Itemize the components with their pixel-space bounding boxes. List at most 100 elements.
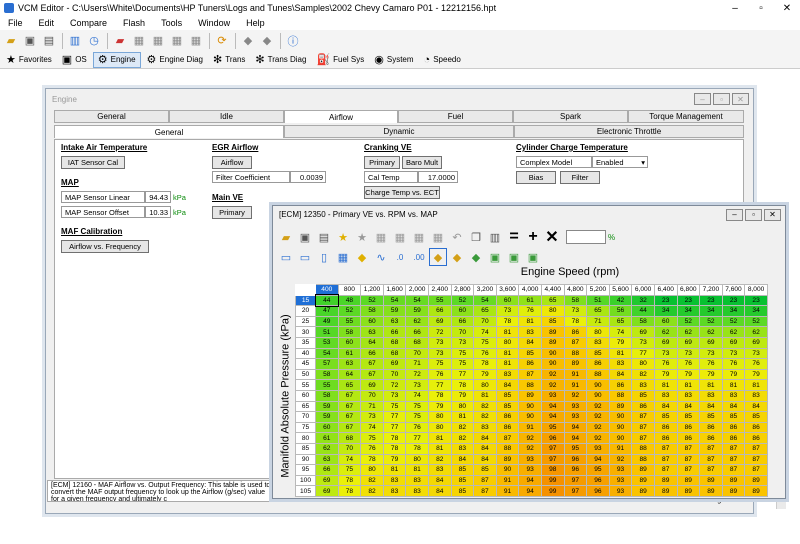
ve-cell[interactable]: 80 — [427, 411, 452, 423]
ve-cell[interactable]: 82 — [450, 432, 475, 444]
ve-cell[interactable]: 58 — [631, 315, 655, 328]
ve-cell[interactable]: 87 — [473, 474, 497, 487]
ve-cell[interactable]: 83 — [586, 336, 610, 349]
ve-cell[interactable]: 73 — [563, 305, 588, 317]
ve-cell[interactable]: 87 — [495, 432, 520, 444]
ve-cell[interactable]: 80 — [473, 379, 497, 391]
ve-cell[interactable]: 95 — [563, 442, 588, 455]
ve-cell[interactable]: 34 — [653, 305, 678, 317]
column-header[interactable]: 6,400 — [653, 284, 678, 296]
column-header[interactable]: 7,200 — [699, 284, 723, 296]
ve-cell[interactable]: 81 — [450, 411, 475, 423]
ve-cell[interactable]: 60 — [495, 294, 520, 307]
ve-cell[interactable]: 85 — [540, 315, 565, 328]
ve-cell[interactable]: 78 — [405, 442, 429, 455]
ve-cell[interactable]: 84 — [721, 400, 746, 413]
ve-cell[interactable]: 84 — [473, 432, 497, 444]
ve-cell[interactable]: 73 — [405, 379, 429, 391]
row-header[interactable]: 80 — [295, 432, 316, 444]
save-icon[interactable]: ▣ — [296, 228, 314, 246]
ve-cell[interactable]: 86 — [676, 432, 701, 444]
ve-cell[interactable]: 89 — [653, 485, 678, 497]
ve-cell[interactable]: 88 — [608, 389, 633, 402]
ve-cell[interactable]: 87 — [473, 485, 497, 497]
ve-cell[interactable]: 84 — [676, 400, 701, 413]
ve-cell[interactable]: 92 — [540, 368, 565, 381]
nav-fuel-sys[interactable]: ⛽ Fuel Sys — [312, 52, 368, 68]
ve-cell[interactable]: 93 — [563, 400, 588, 413]
ve-cell[interactable]: 91 — [563, 368, 588, 381]
ve-cell[interactable]: 48 — [337, 294, 362, 307]
ve-cell[interactable]: 96 — [563, 464, 588, 476]
ve-cell[interactable]: 73 — [382, 389, 407, 402]
ve-cell[interactable]: 62 — [653, 326, 678, 338]
open-icon[interactable]: ▰ — [277, 228, 295, 246]
ve-cell[interactable]: 32 — [631, 294, 655, 307]
ve-cell[interactable]: 81 — [676, 379, 701, 391]
ve-cell[interactable]: 83 — [653, 389, 678, 402]
ve-cell[interactable]: 86 — [721, 421, 746, 434]
ve-cell[interactable]: 83 — [473, 421, 497, 434]
nav-speedo[interactable]: ◔ Speedo — [420, 52, 465, 68]
ve-cell[interactable]: 84 — [473, 453, 497, 466]
ve-cell[interactable]: 67 — [337, 389, 362, 402]
ve-cell[interactable]: 82 — [360, 474, 384, 487]
ve-cell[interactable]: 78 — [427, 389, 452, 402]
ve-cell[interactable]: 68 — [405, 336, 429, 349]
ve-cell[interactable]: 86 — [744, 421, 768, 434]
view-table-icon[interactable]: ▭ — [277, 248, 295, 266]
decimal-inc-icon[interactable]: .00 — [410, 248, 428, 266]
ve-cell[interactable]: 69 — [360, 379, 384, 391]
ve-cell[interactable]: 81 — [608, 347, 633, 360]
ve-cell[interactable]: 55 — [427, 294, 452, 307]
table-minimize-button[interactable]: – — [726, 208, 743, 221]
column-header[interactable]: 800 — [337, 284, 362, 296]
ve-cell[interactable]: 79 — [653, 368, 678, 381]
ve-cell[interactable]: 70 — [473, 315, 497, 328]
ve-cell[interactable]: 81 — [653, 379, 678, 391]
ve-cell[interactable]: 84 — [427, 474, 452, 487]
menu-tools[interactable]: Tools — [153, 18, 190, 28]
ve-cell[interactable]: 90 — [540, 347, 565, 360]
undo-icon[interactable]: ↶ — [448, 228, 466, 246]
ve-cell[interactable]: 81 — [495, 326, 520, 338]
table-restore-button[interactable]: ▫ — [745, 208, 762, 221]
ve-cell[interactable]: 87 — [699, 453, 723, 466]
menu-flash[interactable]: Flash — [115, 18, 153, 28]
grid-icon-4[interactable]: ▦ — [429, 228, 447, 246]
maximize-button[interactable]: ▫ — [748, 0, 774, 16]
history-icon[interactable]: ◷ — [85, 32, 103, 50]
ve-cell[interactable]: 61 — [315, 432, 339, 444]
ve-cell[interactable]: 97 — [540, 453, 565, 466]
ve-cell[interactable]: 84 — [427, 485, 452, 497]
ve-cell[interactable]: 94 — [518, 485, 542, 497]
ve-cell[interactable]: 77 — [427, 379, 452, 391]
column-header[interactable]: 4,000 — [518, 284, 542, 296]
ve-cell[interactable]: 82 — [473, 411, 497, 423]
ve-cell[interactable]: 85 — [495, 389, 520, 402]
row-header[interactable]: 100 — [295, 474, 316, 487]
cranking-primary-button[interactable]: Primary — [364, 156, 400, 169]
ve-cell[interactable]: 52 — [337, 305, 362, 317]
ve-cell[interactable]: 86 — [699, 432, 723, 444]
tab-electronic-throttle[interactable]: Electronic Throttle — [514, 125, 744, 138]
ve-cell[interactable]: 59 — [405, 305, 429, 317]
ve-cell[interactable]: 87 — [699, 442, 723, 455]
ve-cell[interactable]: 71 — [405, 358, 429, 370]
row-header[interactable]: 95 — [295, 464, 316, 476]
nav-favorites[interactable]: ★ Favorites — [2, 52, 56, 68]
ve-cell[interactable]: 76 — [744, 358, 768, 370]
ve-cell[interactable]: 64 — [360, 336, 384, 349]
ve-cell[interactable]: 85 — [586, 347, 610, 360]
ve-cell[interactable]: 68 — [382, 347, 407, 360]
ve-cell[interactable]: 70 — [360, 389, 384, 402]
ve-cell[interactable]: 58 — [563, 294, 588, 307]
color-map-icon[interactable]: ◆ — [429, 248, 447, 266]
ve-cell[interactable]: 70 — [337, 442, 362, 455]
ve-cell[interactable]: 85 — [450, 474, 475, 487]
row-header[interactable]: 65 — [295, 400, 316, 413]
ve-cell[interactable]: 70 — [382, 368, 407, 381]
ve-cell[interactable]: 83 — [631, 379, 655, 391]
ve-cell[interactable]: 73 — [631, 336, 655, 349]
main-ve-primary-button[interactable]: Primary — [212, 206, 252, 219]
